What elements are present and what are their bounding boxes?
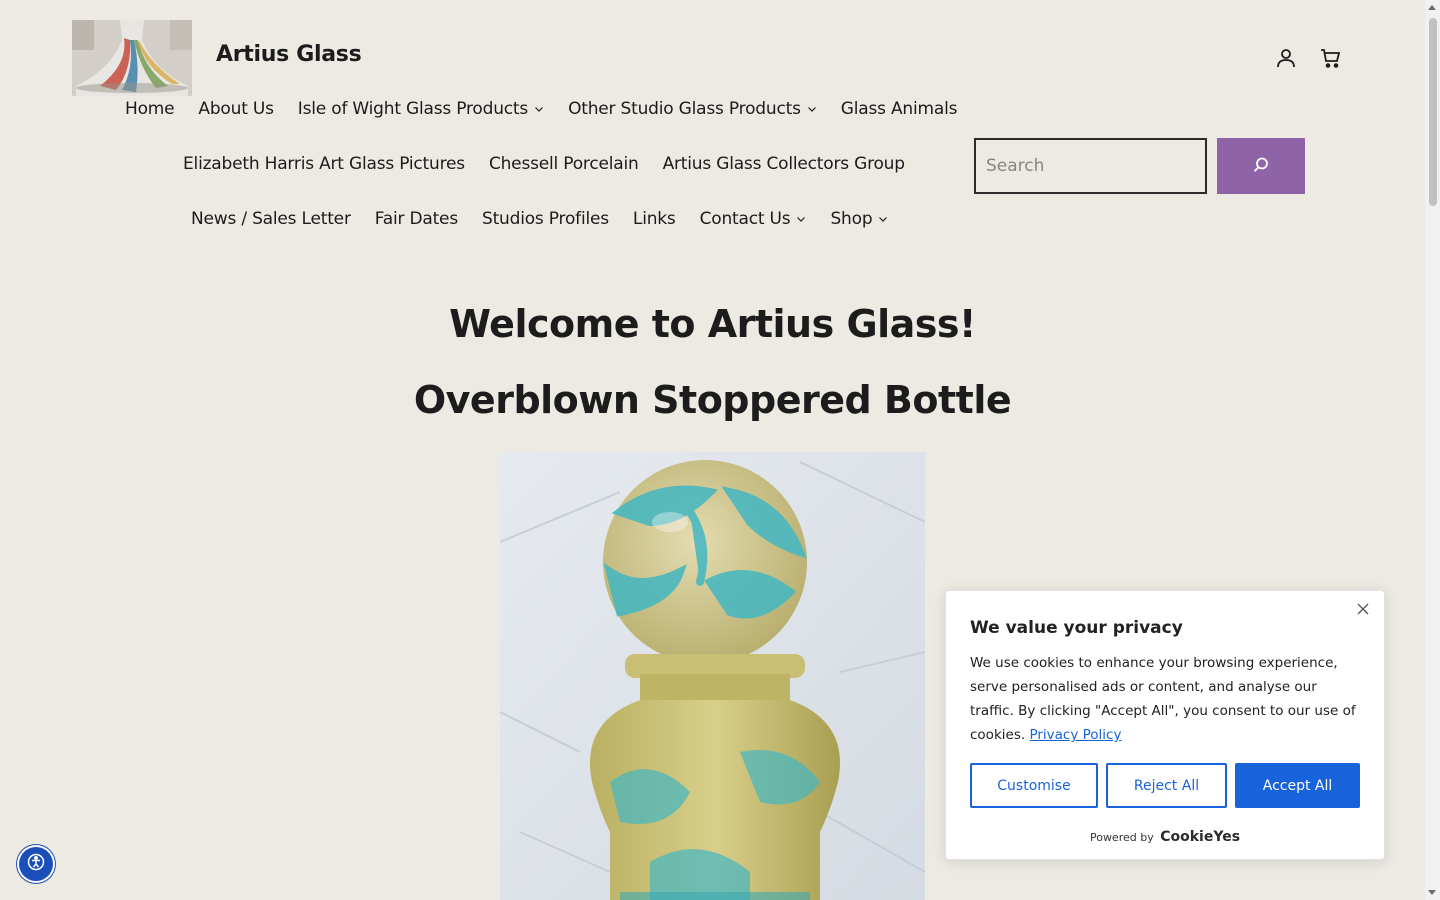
nav-item-elizabeth-harris[interactable]: Elizabeth Harris Art Glass Pictures <box>183 154 465 174</box>
nav-item-isle-of-wight-glass-products[interactable]: Isle of Wight Glass Products <box>298 99 544 119</box>
main-nav-row-3: News / Sales Letter Fair Dates Studios P… <box>191 209 888 229</box>
cookie-consent-banner: We value your privacy We use cookies to … <box>945 590 1385 860</box>
nav-item-collectors-group[interactable]: Artius Glass Collectors Group <box>663 154 905 174</box>
cart-icon[interactable] <box>1319 46 1343 70</box>
nav-item-about-us[interactable]: About Us <box>198 99 274 119</box>
product-heading: Overblown Stoppered Bottle <box>413 378 1012 422</box>
nav-item-links[interactable]: Links <box>633 209 676 229</box>
scroll-down-arrow-icon[interactable] <box>1428 890 1436 895</box>
cookie-title: We value your privacy <box>970 618 1183 638</box>
nav-item-chessell-porcelain[interactable]: Chessell Porcelain <box>489 154 639 174</box>
customise-button[interactable]: Customise <box>970 763 1098 808</box>
site-logo[interactable] <box>72 20 192 96</box>
nav-item-glass-animals[interactable]: Glass Animals <box>841 99 958 119</box>
nav-item-other-studio-glass-products[interactable]: Other Studio Glass Products <box>568 99 817 119</box>
account-icon[interactable] <box>1274 46 1298 70</box>
site-title[interactable]: Artius Glass <box>216 42 362 67</box>
chevron-down-icon <box>534 104 544 114</box>
nav-item-shop[interactable]: Shop <box>830 209 888 229</box>
scroll-up-arrow-icon[interactable] <box>1428 5 1436 10</box>
main-nav-row-1: Home About Us Isle of Wight Glass Produc… <box>125 99 957 119</box>
privacy-policy-link[interactable]: Privacy Policy <box>1029 727 1121 743</box>
nav-item-fair-dates[interactable]: Fair Dates <box>375 209 458 229</box>
accessibility-button[interactable] <box>17 845 55 883</box>
cookieyes-logo: CookieYes <box>1160 829 1241 845</box>
search-button[interactable] <box>1217 138 1305 194</box>
search-input[interactable] <box>974 138 1207 194</box>
nav-item-home[interactable]: Home <box>125 99 175 119</box>
page-heading: Welcome to Artius Glass! <box>449 302 976 346</box>
search-icon <box>1252 156 1270 177</box>
nav-item-news-sales-letter[interactable]: News / Sales Letter <box>191 209 351 229</box>
close-icon[interactable] <box>1356 601 1370 615</box>
cookie-description: We use cookies to enhance your browsing … <box>970 655 1356 743</box>
chevron-down-icon <box>878 214 888 224</box>
nav-item-contact-us[interactable]: Contact Us <box>700 209 807 229</box>
page-scrollbar[interactable] <box>1425 0 1440 900</box>
product-image[interactable] <box>500 452 925 900</box>
main-nav-row-2: Elizabeth Harris Art Glass Pictures Ches… <box>183 154 905 174</box>
accept-all-button[interactable]: Accept All <box>1235 763 1360 808</box>
chevron-down-icon <box>807 104 817 114</box>
accessibility-icon <box>27 853 45 875</box>
powered-by: Powered by CookieYes <box>1089 829 1241 845</box>
chevron-down-icon <box>796 214 806 224</box>
reject-all-button[interactable]: Reject All <box>1106 763 1227 808</box>
scrollbar-thumb[interactable] <box>1429 18 1437 206</box>
nav-item-studios-profiles[interactable]: Studios Profiles <box>482 209 609 229</box>
